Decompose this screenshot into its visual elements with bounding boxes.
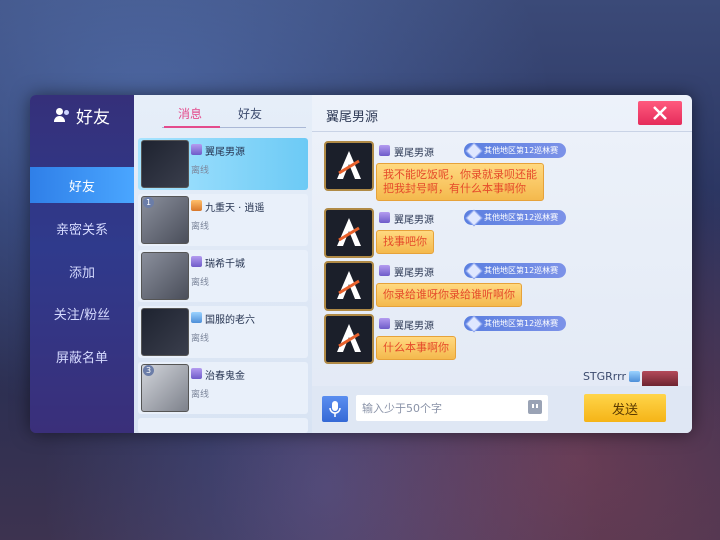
- voice-button[interactable]: [322, 396, 348, 422]
- rank-icon: [629, 371, 640, 382]
- friends-icon: [54, 108, 70, 122]
- rank-icon: [191, 312, 202, 323]
- avatar: [141, 308, 189, 356]
- list-item[interactable]: 1 九重天 · 逍遥 离线: [138, 194, 308, 246]
- message-text-line: 找事吧你: [383, 235, 427, 248]
- rank-icon: [191, 256, 202, 267]
- sender-name: 翼尾男源: [394, 215, 434, 226]
- nav-item-friends[interactable]: 好友: [30, 167, 134, 203]
- region-badge: 其他地区第12巡林赛: [464, 143, 567, 158]
- friend-status: 离线: [191, 390, 210, 400]
- close-icon: [653, 106, 667, 120]
- friend-name: 瑞希千城: [205, 259, 245, 270]
- friends-nav: 好友 好友 亲密关系 添加 关注/粉丝 屏蔽名单: [30, 95, 134, 433]
- message-bubble: 你录给谁呀你录给谁听啊你: [376, 283, 522, 307]
- sender-avatar[interactable]: [324, 208, 374, 258]
- nav-item-add[interactable]: 添加: [30, 253, 134, 289]
- rank-icon: [191, 200, 202, 211]
- rank-icon: [191, 368, 202, 379]
- tab-active-indicator: [164, 126, 220, 128]
- rank-icon: [191, 144, 202, 155]
- message-bubble: 找事吧你: [376, 230, 434, 254]
- list-item[interactable]: 瑞希千城 离线: [138, 250, 308, 302]
- avatar: [141, 252, 189, 300]
- friend-status: 离线: [191, 222, 210, 232]
- avatar-logo-icon: [337, 271, 361, 299]
- friend-name: 国服的老六: [205, 315, 255, 326]
- friend-name: 九重天 · 逍遥: [205, 203, 265, 214]
- nav-item-follow-fans[interactable]: 关注/粉丝: [30, 295, 134, 331]
- region-badge: 其他地区第12巡林赛: [464, 210, 567, 225]
- self-name: STGRrrr: [582, 370, 626, 383]
- rank-icon: [379, 318, 390, 329]
- chat-input[interactable]: [356, 395, 548, 421]
- self-avatar[interactable]: [642, 371, 678, 386]
- close-button[interactable]: [638, 101, 682, 125]
- level-badge: 3: [143, 365, 154, 376]
- chat-panel: 翼尾男源 翼尾男源 其他地区第12巡林赛 我不能吃饭呢，你录就录呗还能 把我封号…: [312, 95, 692, 433]
- message-text-line: 我不能吃饭呢，你录就录呗还能: [383, 168, 537, 181]
- sender-avatar[interactable]: [324, 314, 374, 364]
- microphone-icon: [329, 401, 341, 417]
- nav-header: 好友: [30, 95, 134, 135]
- message-bubble: 什么本事啊你: [376, 336, 456, 360]
- message-bubble: 我不能吃饭呢，你录就录呗还能 把我封号啊，有什么本事啊你: [376, 163, 544, 201]
- message-list-panel: 消息 好友 翼尾男源 离线 1 九重天 · 逍遥 离线 瑞希千城 离线 国服的老…: [134, 95, 312, 433]
- sender-name: 翼尾男源: [394, 268, 434, 279]
- avatar-logo-icon: [337, 151, 361, 179]
- sender-avatar[interactable]: [324, 261, 374, 311]
- chat-input-bar: 发送: [312, 386, 692, 433]
- emoji-icon[interactable]: [528, 400, 542, 414]
- avatar: [141, 140, 189, 188]
- tab-friends[interactable]: 好友: [238, 105, 262, 122]
- message-text-line: 把我封号啊，有什么本事啊你: [383, 182, 526, 195]
- tab-messages[interactable]: 消息: [178, 105, 202, 122]
- sender-name: 翼尾男源: [394, 321, 434, 332]
- rank-icon: [379, 265, 390, 276]
- avatar: 1: [141, 196, 189, 244]
- level-badge: 1: [143, 197, 154, 208]
- avatar: 3: [141, 364, 189, 412]
- region-badge: 其他地区第12巡林赛: [464, 263, 567, 278]
- friend-name: 翼尾男源: [205, 147, 245, 158]
- chat-title: 翼尾男源: [326, 110, 379, 125]
- nav-item-blocklist[interactable]: 屏蔽名单: [30, 338, 134, 374]
- list-tabs: 消息 好友: [134, 95, 312, 129]
- friend-status: 离线: [191, 334, 210, 344]
- list-item[interactable]: 翼尾男源 离线: [138, 138, 308, 190]
- list-item[interactable]: 国服的老六 离线: [138, 306, 308, 358]
- friend-status: 离线: [191, 166, 210, 176]
- region-badge: 其他地区第12巡林赛: [464, 316, 567, 331]
- chat-divider: [312, 131, 692, 132]
- friend-status: 离线: [191, 278, 210, 288]
- message-text-line: 你录给谁呀你录给谁听啊你: [383, 288, 515, 301]
- nav-title: 好友: [76, 107, 110, 128]
- friends-dialog: 好友 好友 亲密关系 添加 关注/粉丝 屏蔽名单 消息 好友 翼尾男源 离线 1…: [30, 95, 692, 433]
- sender-avatar[interactable]: [324, 141, 374, 191]
- rank-icon: [379, 212, 390, 223]
- avatar-logo-icon: [337, 218, 361, 246]
- message-text-line: 什么本事啊你: [383, 341, 449, 354]
- nav-item-intimacy[interactable]: 亲密关系: [30, 210, 134, 246]
- send-button[interactable]: 发送: [584, 394, 666, 422]
- list-item[interactable]: 3 治春鬼金 离线: [138, 362, 308, 414]
- rank-icon: [379, 145, 390, 156]
- list-item-partial[interactable]: [138, 418, 308, 433]
- avatar-logo-icon: [337, 324, 361, 352]
- friend-name: 治春鬼金: [205, 371, 245, 382]
- sender-name: 翼尾男源: [394, 148, 434, 159]
